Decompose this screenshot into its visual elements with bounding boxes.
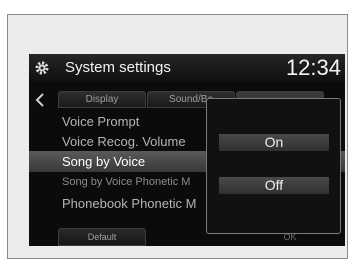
option-popup: On Off	[206, 98, 341, 234]
default-button[interactable]: Default	[58, 228, 146, 246]
clock-display: 12:34	[285, 55, 341, 80]
gear-icon	[35, 61, 49, 75]
tab-display[interactable]: Display	[58, 91, 146, 108]
title-bar: System settings 12:34	[29, 54, 345, 83]
page-title: System settings	[65, 59, 171, 76]
figure-frame: System settings 12:34 Display Sound/Be V…	[7, 14, 348, 259]
navigation-screen: System settings 12:34 Display Sound/Be V…	[29, 54, 345, 246]
option-off[interactable]: Off	[219, 177, 329, 194]
option-on[interactable]: On	[219, 134, 329, 151]
chevron-left-icon[interactable]	[35, 92, 45, 108]
